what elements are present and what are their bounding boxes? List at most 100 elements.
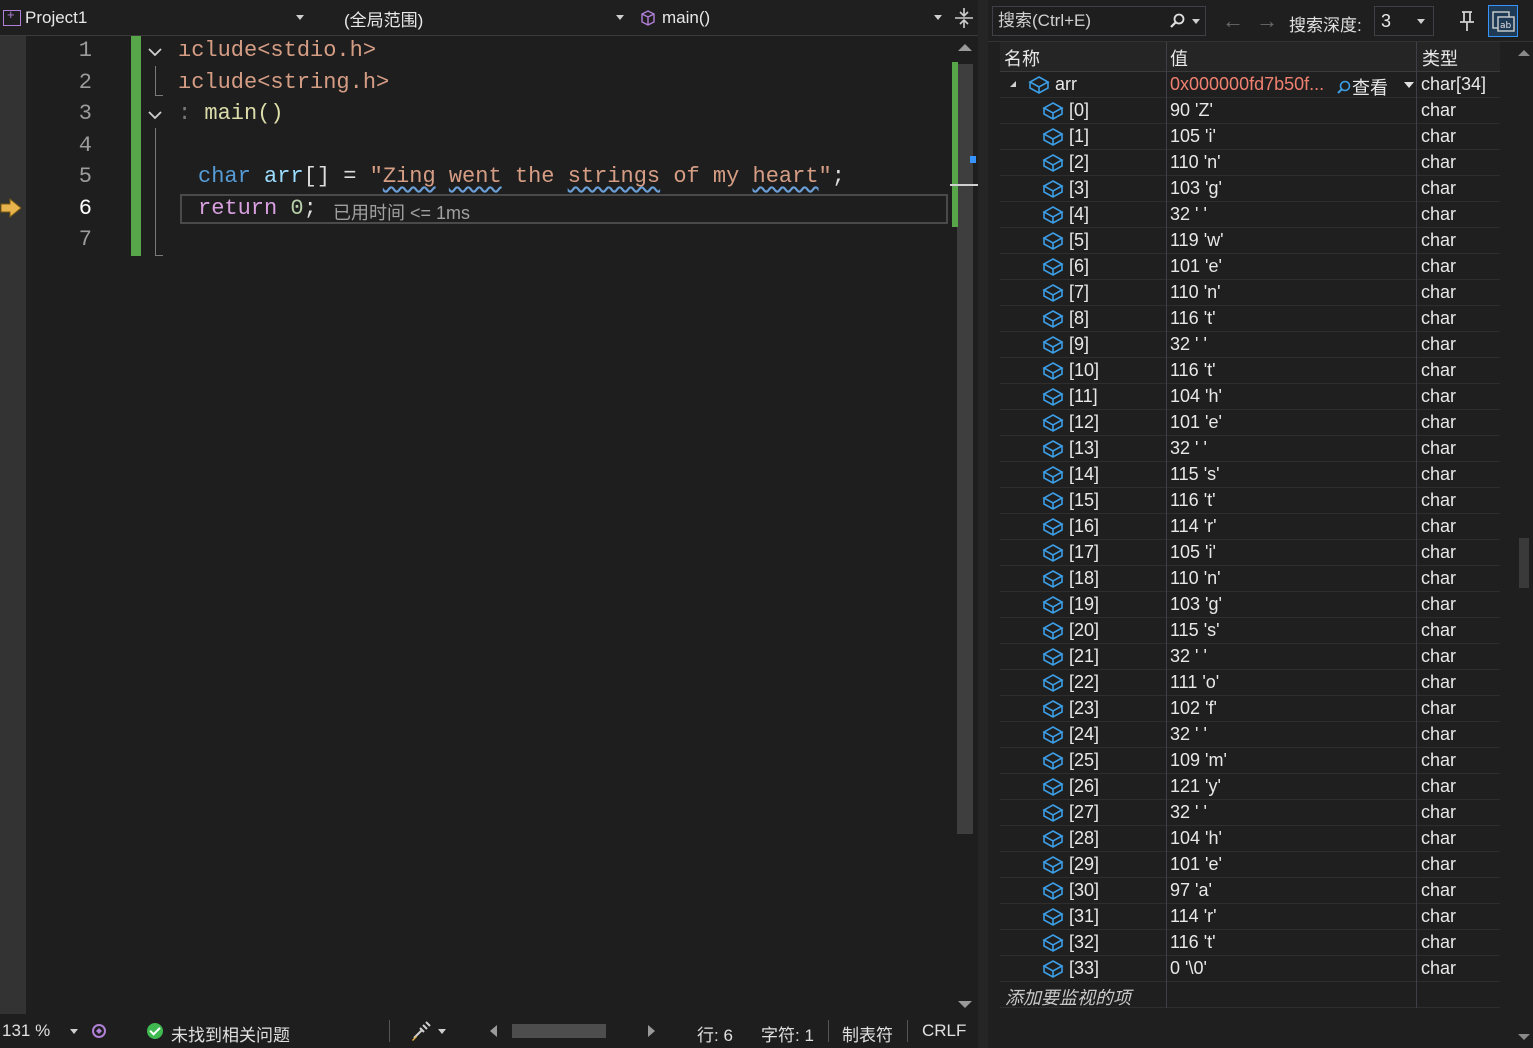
element-value[interactable]: 103 'g': [1170, 178, 1416, 199]
element-value[interactable]: 114 'r': [1170, 516, 1416, 537]
element-value[interactable]: 102 'f': [1170, 698, 1416, 719]
watch-row-element[interactable]: [22] 111 'o' char: [1000, 670, 1500, 696]
scroll-down-icon[interactable]: [1518, 1034, 1530, 1040]
element-value[interactable]: 32 ' ': [1170, 646, 1416, 667]
watch-row-element[interactable]: [27] 32 ' ' char: [1000, 800, 1500, 826]
element-value[interactable]: 32 ' ': [1170, 334, 1416, 355]
watch-row-element[interactable]: [18] 110 'n' char: [1000, 566, 1500, 592]
element-value[interactable]: 114 'r': [1170, 906, 1416, 927]
code-cleanup-brush-icon[interactable]: [410, 1020, 432, 1042]
code-line-5[interactable]: char arr[] = "Zing went the strings of m…: [198, 164, 845, 189]
add-watch-row[interactable]: 添加要监视的项: [1000, 982, 1500, 1008]
element-value[interactable]: 101 'e': [1170, 854, 1416, 875]
element-value[interactable]: 32 ' ': [1170, 438, 1416, 459]
element-value[interactable]: 116 't': [1170, 932, 1416, 953]
watch-row-element[interactable]: [6] 101 'e' char: [1000, 254, 1500, 280]
scroll-up-icon[interactable]: [958, 44, 972, 51]
element-value[interactable]: 116 't': [1170, 308, 1416, 329]
column-splitter[interactable]: [1166, 42, 1167, 72]
watch-row-element[interactable]: [30] 97 'a' char: [1000, 878, 1500, 904]
watch-row-element[interactable]: [11] 104 'h' char: [1000, 384, 1500, 410]
watch-row-element[interactable]: [24] 32 ' ' char: [1000, 722, 1500, 748]
watch-row-element[interactable]: [28] 104 'h' char: [1000, 826, 1500, 852]
watch-row-element[interactable]: [0] 90 'Z' char: [1000, 98, 1500, 124]
element-value[interactable]: 110 'n': [1170, 568, 1416, 589]
element-value[interactable]: 121 'y': [1170, 776, 1416, 797]
scroll-up-icon[interactable]: [1518, 50, 1530, 56]
split-window-button[interactable]: [950, 4, 978, 32]
add-watch-placeholder[interactable]: 添加要监视的项: [1005, 984, 1131, 1010]
element-value[interactable]: 105 'i': [1170, 542, 1416, 563]
element-value[interactable]: 101 'e': [1170, 412, 1416, 433]
issues-status[interactable]: 未找到相关问题: [171, 1021, 290, 1046]
element-value[interactable]: 101 'e': [1170, 256, 1416, 277]
column-header-value[interactable]: 值: [1170, 45, 1188, 71]
watch-row-element[interactable]: [33] 0 '\0' char: [1000, 956, 1500, 982]
scrollbar-thumb[interactable]: [1519, 538, 1529, 588]
health-icon[interactable]: [90, 1022, 108, 1040]
pin-icon[interactable]: [1454, 8, 1480, 34]
watch-row-element[interactable]: [15] 116 't' char: [1000, 488, 1500, 514]
element-value[interactable]: 115 's': [1170, 464, 1416, 485]
search-icon[interactable]: [1169, 13, 1185, 29]
watch-row-element[interactable]: [10] 116 't' char: [1000, 358, 1500, 384]
watch-search-input[interactable]: 搜索(Ctrl+E): [992, 6, 1206, 36]
pane-splitter[interactable]: [978, 0, 988, 1048]
visualizer-button[interactable]: 查看: [1336, 74, 1388, 100]
fold-collapse-icon[interactable]: [146, 106, 164, 124]
search-previous-arrow-icon[interactable]: ←: [1222, 8, 1244, 34]
watch-row-element[interactable]: [2] 110 'n' char: [1000, 150, 1500, 176]
code-editor[interactable]: Project1 (全局范围) main() 1 2 3 4 5 6 7: [0, 0, 978, 1048]
element-value[interactable]: 97 'a': [1170, 880, 1416, 901]
horizontal-scrollbar-thumb[interactable]: [512, 1024, 606, 1038]
line-ending[interactable]: CRLF: [922, 1021, 966, 1041]
scroll-down-icon[interactable]: [958, 1001, 972, 1008]
project-dropdown[interactable]: Project1: [0, 2, 310, 34]
element-value[interactable]: 111 'o': [1170, 672, 1416, 693]
watch-row-element[interactable]: [14] 115 's' char: [1000, 462, 1500, 488]
element-value[interactable]: 104 'h': [1170, 828, 1416, 849]
watch-row-element[interactable]: [17] 105 'i' char: [1000, 540, 1500, 566]
element-value[interactable]: 32 ' ': [1170, 204, 1416, 225]
chevron-down-icon[interactable]: [438, 1029, 446, 1034]
search-depth-select[interactable]: 3: [1374, 6, 1434, 36]
cursor-char[interactable]: 字符: 1: [761, 1021, 814, 1046]
watch-row-element[interactable]: [23] 102 'f' char: [1000, 696, 1500, 722]
watch-row-element[interactable]: [7] 110 'n' char: [1000, 280, 1500, 306]
perf-tip[interactable]: 已用时间 <= 1ms: [333, 199, 470, 225]
chevron-down-icon[interactable]: [1404, 82, 1414, 88]
element-value[interactable]: 32 ' ': [1170, 724, 1416, 745]
element-value[interactable]: 116 't': [1170, 360, 1416, 381]
scope-dropdown[interactable]: (全局范围): [316, 2, 630, 34]
column-header-type[interactable]: 类型: [1422, 45, 1458, 71]
watch-row-element[interactable]: [9] 32 ' ' char: [1000, 332, 1500, 358]
element-value[interactable]: 104 'h': [1170, 386, 1416, 407]
code-line-3[interactable]: : main(): [178, 101, 284, 126]
watch-row-element[interactable]: [20] 115 's' char: [1000, 618, 1500, 644]
indent-mode[interactable]: 制表符: [842, 1021, 893, 1046]
fold-collapse-icon[interactable]: [146, 43, 164, 61]
watch-row-element[interactable]: [16] 114 'r' char: [1000, 514, 1500, 540]
chevron-down-icon[interactable]: [1192, 19, 1200, 24]
variable-value[interactable]: 0x000000fd7b50f...: [1170, 74, 1332, 95]
indicator-margin[interactable]: [0, 36, 26, 1014]
column-header-name[interactable]: 名称: [1004, 45, 1040, 71]
element-value[interactable]: 110 'n': [1170, 282, 1416, 303]
watch-row-element[interactable]: [5] 119 'w' char: [1000, 228, 1500, 254]
element-value[interactable]: 110 'n': [1170, 152, 1416, 173]
scroll-left-icon[interactable]: [490, 1025, 497, 1037]
watch-row-element[interactable]: [25] 109 'm' char: [1000, 748, 1500, 774]
watch-row-element[interactable]: [13] 32 ' ' char: [1000, 436, 1500, 462]
cursor-line[interactable]: 行: 6: [697, 1021, 733, 1046]
element-value[interactable]: 115 's': [1170, 620, 1416, 641]
watch-row-element[interactable]: [26] 121 'y' char: [1000, 774, 1500, 800]
watch-row-element[interactable]: [29] 101 'e' char: [1000, 852, 1500, 878]
hex-display-toggle-button[interactable]: ab: [1488, 5, 1518, 37]
watch-row-element[interactable]: [3] 103 'g' char: [1000, 176, 1500, 202]
code-line-6[interactable]: return 0;: [198, 196, 317, 221]
column-splitter[interactable]: [1416, 42, 1417, 72]
watch-row-element[interactable]: [19] 103 'g' char: [1000, 592, 1500, 618]
chevron-down-icon[interactable]: [70, 1029, 78, 1034]
watch-row-arr[interactable]: arr 0x000000fd7b50f... 查看 char[34]: [1000, 72, 1500, 98]
search-next-arrow-icon[interactable]: →: [1256, 8, 1278, 34]
